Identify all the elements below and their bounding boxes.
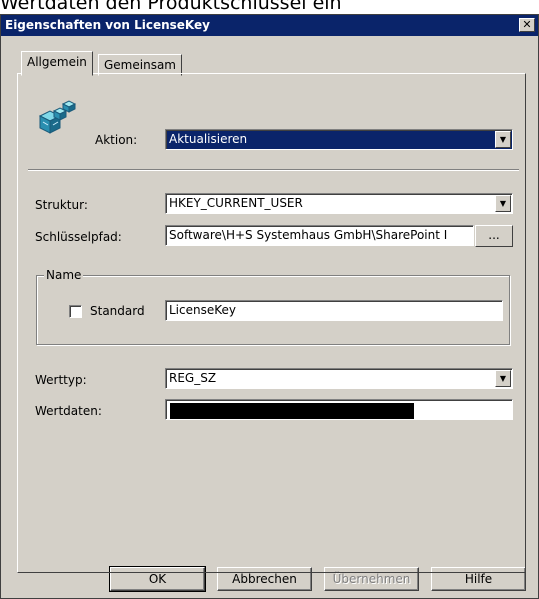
redacted-value: [170, 403, 414, 419]
properties-dialog: Eigenschaften von LicenseKey ✕ Allgemein…: [0, 14, 539, 599]
title-bar: Eigenschaften von LicenseKey ✕: [1, 15, 538, 36]
action-label: Aktion:: [95, 133, 138, 147]
structure-label: Struktur:: [35, 198, 88, 212]
close-icon: ✕: [522, 18, 532, 31]
chevron-down-icon[interactable]: ▼: [495, 195, 511, 212]
tab-panel-allgemein: Aktion: Aktualisieren ▼ Struktur: HKEY_C…: [17, 73, 526, 573]
key-path-value: Software\H+S Systemhaus GmbH\SharePoint …: [169, 228, 448, 242]
ok-label: OK: [148, 572, 167, 586]
standard-checkbox[interactable]: [69, 305, 82, 318]
browse-button[interactable]: ...: [475, 225, 513, 247]
value-data-label: Wertdaten:: [35, 404, 102, 418]
divider: [28, 169, 519, 171]
help-label: Hilfe: [464, 572, 493, 586]
name-group-title: Name: [44, 268, 84, 282]
name-group: Name Standard LicenseKey: [36, 268, 510, 345]
close-button[interactable]: ✕: [519, 18, 535, 32]
action-select[interactable]: Aktualisieren ▼: [165, 129, 513, 150]
tab-gemeinsam-label: Gemeinsam: [104, 58, 176, 72]
action-value: Aktualisieren: [169, 132, 248, 146]
tab-allgemein[interactable]: Allgemein: [21, 51, 93, 76]
value-data-input[interactable]: [165, 399, 513, 420]
value-type-select[interactable]: REG_SZ ▼: [165, 368, 513, 389]
structure-select[interactable]: HKEY_CURRENT_USER ▼: [165, 193, 513, 214]
key-path-label: Schlüsselpfad:: [35, 230, 122, 244]
chevron-down-icon[interactable]: ▼: [495, 370, 511, 387]
key-path-input[interactable]: Software\H+S Systemhaus GmbH\SharePoint …: [165, 225, 474, 246]
cancel-label: Abbrechen: [232, 572, 297, 586]
chevron-down-icon[interactable]: ▼: [495, 131, 511, 148]
browse-label: ...: [488, 228, 500, 242]
tab-allgemein-label: Allgemein: [27, 55, 87, 69]
value-type-label: Werttyp:: [35, 373, 87, 387]
window-title: Eigenschaften von LicenseKey: [5, 18, 210, 32]
standard-label: Standard: [90, 304, 145, 318]
value-type-value: REG_SZ: [169, 371, 217, 385]
registry-cubes-icon: [36, 100, 77, 138]
name-value: LicenseKey: [169, 303, 236, 317]
name-input[interactable]: LicenseKey: [165, 300, 503, 321]
apply-label: Übernehmen: [332, 572, 411, 586]
structure-value: HKEY_CURRENT_USER: [169, 196, 303, 210]
